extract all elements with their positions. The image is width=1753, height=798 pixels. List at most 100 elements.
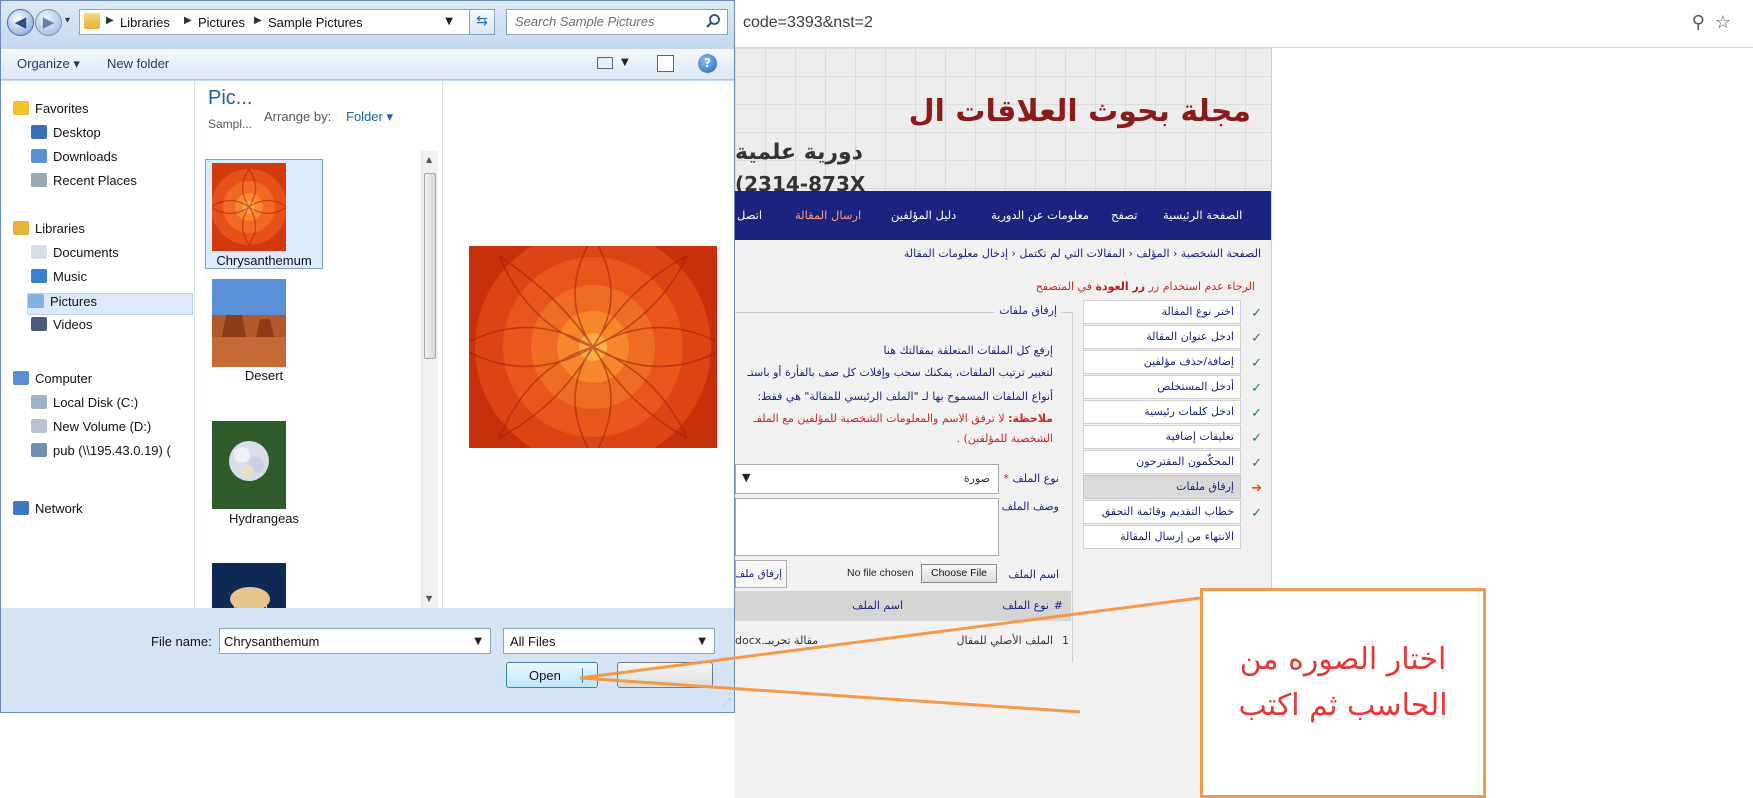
videos-icon xyxy=(31,317,47,331)
folder-address-bar[interactable]: ▶ Libraries ▶ Pictures ▶ Sample Pictures… xyxy=(79,9,494,35)
nav-author-guide[interactable]: دليل المؤلفين xyxy=(891,208,956,222)
submission-step[interactable]: خطاب التقديم وقائمة التحقق ✓ xyxy=(1083,500,1262,524)
arrange-by-dropdown[interactable]: Folder ▾ xyxy=(346,109,393,125)
forward-arrow-icon[interactable]: ▶ xyxy=(35,9,62,36)
file-name-label: اسم الملف xyxy=(1008,568,1059,581)
submission-step[interactable]: الانتهاء من إرسال المقالة xyxy=(1083,525,1241,549)
choose-file-button[interactable]: Choose File xyxy=(921,564,997,583)
nav-contact[interactable]: اتصل xyxy=(737,208,762,222)
nav-pane-label: Favorites xyxy=(35,101,89,116)
resize-grip-icon[interactable]: ⋰ xyxy=(722,698,731,708)
preview-pane xyxy=(442,81,734,608)
network-drive-icon xyxy=(31,443,47,457)
nav-pane-item-local-disk-c[interactable]: Local Disk (C:) xyxy=(31,395,138,417)
new-folder-button[interactable]: New folder xyxy=(107,56,169,71)
organize-button[interactable]: Organize ▾ xyxy=(17,56,80,72)
back-arrow-icon[interactable]: ◀ xyxy=(7,9,34,36)
chevron-right-icon[interactable]: ▶ xyxy=(184,15,192,26)
file-description-textarea[interactable] xyxy=(735,498,999,556)
music-icon xyxy=(31,269,47,283)
cancel-button[interactable] xyxy=(617,662,713,688)
nav-pane-item-documents[interactable]: Documents xyxy=(31,245,119,267)
file-thumbnail-chrysanthemum[interactable] xyxy=(212,163,286,251)
file-thumbnail-desert[interactable] xyxy=(212,279,286,367)
chevron-down-icon[interactable]: ▼ xyxy=(621,57,629,68)
nav-pane-item-pictures[interactable]: Pictures xyxy=(27,293,193,315)
nav-submit-article[interactable]: ارسال المقالة xyxy=(795,208,861,222)
file-name-input[interactable]: Chrysanthemum ▼ xyxy=(219,628,491,654)
checkmark-icon: ✓ xyxy=(1251,381,1262,396)
crumb-pictures[interactable]: Pictures xyxy=(198,15,245,30)
nav-pane-item-favorites[interactable]: Favorites xyxy=(13,101,88,123)
file-name-hydrangeas[interactable]: Hydrangeas xyxy=(214,511,314,526)
nav-pane-item-libraries[interactable]: Libraries xyxy=(13,221,85,243)
recent-locations-dropdown-icon[interactable]: ▾ xyxy=(65,15,70,26)
search-icon[interactable] xyxy=(705,13,721,29)
scroll-up-icon[interactable]: ▲ xyxy=(426,155,432,164)
breadcrumb[interactable]: الصفحة الشخصية ‹ المؤلف ‹ المقالات التي … xyxy=(904,247,1261,260)
submission-step[interactable]: إرفاق ملفات ➔ xyxy=(1083,475,1262,499)
nav-pane-item-pub-195-43-0-19[interactable]: pub (\\195.43.0.19) ( xyxy=(31,443,171,465)
bookmark-star-icon[interactable]: ☆ xyxy=(1715,12,1741,33)
nav-pane-item-desktop[interactable]: Desktop xyxy=(31,125,101,147)
scroll-down-icon[interactable]: ▼ xyxy=(426,594,432,603)
submission-step[interactable]: ادخل عنوان المقالة ✓ xyxy=(1083,325,1262,349)
nav-pane-item-recent-places[interactable]: Recent Places xyxy=(31,173,137,195)
submission-step[interactable]: أدخل المستخلص ✓ xyxy=(1083,375,1262,399)
nav-about-journal[interactable]: معلومات عن الدورية xyxy=(991,208,1089,222)
nav-browse[interactable]: تصفح xyxy=(1111,208,1137,222)
library-subtitle: Sampl... xyxy=(208,117,253,131)
submission-step[interactable]: ادخل كلمات رئيسية ✓ xyxy=(1083,400,1262,424)
row-1-file-name[interactable]: مقالة تجريبـ.docx xyxy=(735,634,818,647)
file-thumbnail-jellyfish[interactable] xyxy=(212,563,286,608)
view-options-icon[interactable] xyxy=(597,57,613,69)
checkmark-icon: ✓ xyxy=(1251,456,1262,471)
attach-file-button[interactable]: إرفاق ملف xyxy=(735,560,787,588)
submission-step-label: المحكّمون المقترحون xyxy=(1136,455,1234,468)
zoom-icon[interactable]: ⚲ xyxy=(1692,12,1715,33)
file-name-desert[interactable]: Desert xyxy=(214,368,314,383)
submission-step[interactable]: المحكّمون المقترحون ✓ xyxy=(1083,450,1262,474)
hydrangeas-image xyxy=(212,421,286,509)
chevron-down-icon[interactable]: ▼ xyxy=(445,16,453,27)
file-type-select[interactable]: صورة ▼ xyxy=(735,464,999,494)
submission-step[interactable]: اختر نوع المقالة ✓ xyxy=(1083,300,1262,324)
crumb-sample-pictures[interactable]: Sample Pictures xyxy=(268,15,363,30)
nav-pane-item-music[interactable]: Music xyxy=(31,269,87,291)
refresh-icon[interactable]: ⇆ xyxy=(469,9,495,35)
file-open-dialog: ◀ ▶ ▾ ▶ Libraries ▶ Pictures ▶ Sample Pi… xyxy=(0,0,735,713)
col-number: # xyxy=(1053,599,1063,612)
file-type-filter-value: All Files xyxy=(510,634,556,649)
desktop-icon xyxy=(31,125,47,139)
crumb-libraries[interactable]: Libraries xyxy=(120,15,170,30)
nav-home[interactable]: الصفحة الرئيسية xyxy=(1163,208,1242,222)
file-thumbnail-hydrangeas[interactable] xyxy=(212,421,286,509)
url-text[interactable]: code=3393&nst=2 xyxy=(743,14,873,32)
chevron-down-icon[interactable]: ▼ xyxy=(474,636,482,647)
file-type-filter[interactable]: All Files ▼ xyxy=(503,628,715,654)
submission-step[interactable]: إضافة/حذف مؤلفين ✓ xyxy=(1083,350,1262,374)
file-list-scrollbar[interactable]: ▲ ▼ xyxy=(421,151,438,608)
submission-step-label: تعليقات إضافية xyxy=(1165,430,1234,443)
open-button[interactable]: Open xyxy=(506,662,598,688)
submission-step-label: ادخل عنوان المقالة xyxy=(1146,330,1234,343)
preview-pane-icon[interactable] xyxy=(657,55,674,72)
nav-pane-item-computer[interactable]: Computer xyxy=(13,371,92,393)
desert-image xyxy=(212,279,286,367)
file-name-chrysanthemum[interactable]: Chrysanthemum xyxy=(214,253,314,268)
nav-pane-item-new-volume-d[interactable]: New Volume (D:) xyxy=(31,419,151,441)
chevron-right-icon[interactable]: ▶ xyxy=(254,15,262,26)
scrollbar-thumb[interactable] xyxy=(424,173,436,359)
search-input[interactable]: Search Sample Pictures xyxy=(506,9,728,35)
chevron-right-icon[interactable]: ▶ xyxy=(106,15,114,26)
chevron-down-icon[interactable]: ▼ xyxy=(698,636,706,647)
nav-pane-item-downloads[interactable]: Downloads xyxy=(31,149,117,171)
nav-pane-item-network[interactable]: Network xyxy=(13,501,83,523)
nav-pane-label: Documents xyxy=(53,245,119,260)
navigation-pane: Favorites Desktop Downloads Recent Places Li… xyxy=(1,81,195,608)
submission-step[interactable]: تعليقات إضافية ✓ xyxy=(1083,425,1262,449)
nav-pane-item-videos[interactable]: Videos xyxy=(31,317,93,339)
address-bar[interactable]: code=3393&nst=2 ⚲☆ xyxy=(735,0,1753,48)
help-icon[interactable]: ? xyxy=(698,54,717,73)
checkmark-icon: ✓ xyxy=(1251,306,1262,321)
